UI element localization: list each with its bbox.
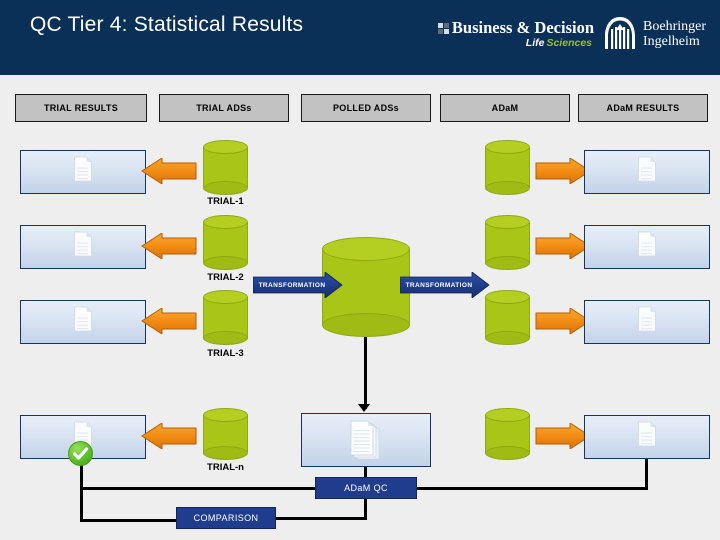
transformation-arrow-icon-left: TRANSFORMATION (253, 272, 343, 298)
bi-name-line1: Boehringer (643, 19, 706, 34)
trial-cylinder-label-2: TRIAL-2 (207, 272, 244, 283)
adam-result-box-3[interactable] (584, 300, 710, 344)
connector-adamqc-down (364, 499, 367, 519)
trial-result-box-3[interactable] (20, 300, 146, 344)
boehringer-ingelheim-logo: Boehringer Ingelheim (602, 15, 706, 53)
connector-adamresult-down (645, 459, 648, 487)
arrow-left-icon-3 (140, 307, 198, 335)
trial-result-box-2[interactable] (20, 225, 146, 269)
column-header-adam: ADaM (440, 94, 570, 122)
trial-cylinder-1[interactable] (203, 140, 248, 195)
adam-result-box-n[interactable] (584, 415, 710, 459)
trial-cylinder-3[interactable] (203, 290, 248, 345)
comparison-process-box[interactable]: COMPARISON (176, 507, 276, 529)
bd-tagline-life: Life (525, 36, 545, 49)
boehringer-ingelheim-name: Boehringer Ingelheim (643, 19, 706, 49)
adam-qc-output-box[interactable] (301, 413, 431, 467)
slide-canvas: QC Tier 4: Statistical Results Business … (0, 0, 720, 540)
adam-qc-process-box[interactable]: ADaM QC (315, 477, 417, 499)
document-page-icon (638, 421, 657, 447)
column-header-trial-results: TRIAL RESULTS (15, 94, 147, 122)
arrow-left-icon-1 (140, 157, 198, 185)
document-page-icon (638, 156, 657, 182)
adam-result-box-1[interactable] (584, 150, 710, 194)
arrow-left-icon-2 (140, 232, 198, 260)
boehringer-arch-icon (602, 15, 638, 53)
trial-cylinder-label-1: TRIAL-1 (207, 196, 244, 207)
connector-adamresult-left (417, 487, 648, 490)
document-stack-icon (348, 420, 384, 462)
adam-cylinder-2[interactable] (485, 215, 530, 270)
bd-logo-top: Business & Decision (437, 18, 595, 37)
arrow-left-icon-n (140, 422, 198, 450)
adam-cylinder-1[interactable] (485, 140, 530, 195)
squares-logo-icon (437, 22, 449, 34)
bi-name-line2: Ingelheim (643, 34, 700, 49)
title-banner: QC Tier 4: Statistical Results Business … (0, 0, 720, 75)
transformation-arrow-icon-right: TRANSFORMATION (400, 272, 490, 298)
document-page-icon (74, 231, 93, 257)
adam-cylinder-n[interactable] (485, 408, 530, 460)
column-header-adam-results: ADaM RESULTS (578, 94, 708, 122)
business-decision-logo: Business & Decision Life Sciences (437, 18, 595, 49)
document-page-icon (74, 156, 93, 182)
check-circle-icon (68, 441, 93, 466)
bd-logo-tagline: Life Sciences (525, 36, 593, 49)
connector-trialresult-to-adamqc (80, 487, 316, 490)
adam-result-box-2[interactable] (584, 225, 710, 269)
column-header-polled-adss: POLLED ADSs (301, 94, 431, 122)
trial-cylinder-label-3: TRIAL-3 (207, 348, 244, 359)
connector-left-to-comparison (80, 519, 177, 522)
trial-cylinder-n[interactable] (203, 408, 248, 460)
page-title: QC Tier 4: Statistical Results (30, 13, 304, 36)
trial-cylinder-label-n: TRIAL-n (207, 462, 244, 473)
document-page-icon (638, 306, 657, 332)
connector-adamqc-to-comparison (276, 517, 367, 520)
document-page-icon (74, 306, 93, 332)
bd-tagline-sciences: Sciences (546, 36, 593, 49)
column-header-trial-adss: TRIAL ADSs (159, 94, 289, 122)
logo-area: Business & Decision Life Sciences Boehri… (437, 8, 706, 60)
connector-arrowhead-down (358, 404, 370, 412)
trial-result-box-1[interactable] (20, 150, 146, 194)
document-page-icon (638, 231, 657, 257)
connector-pooled-to-adamqc (364, 337, 367, 409)
trial-cylinder-2[interactable] (203, 215, 248, 270)
bd-logo-name: Business & Decision (451, 18, 595, 37)
adam-cylinder-3[interactable] (485, 290, 530, 345)
